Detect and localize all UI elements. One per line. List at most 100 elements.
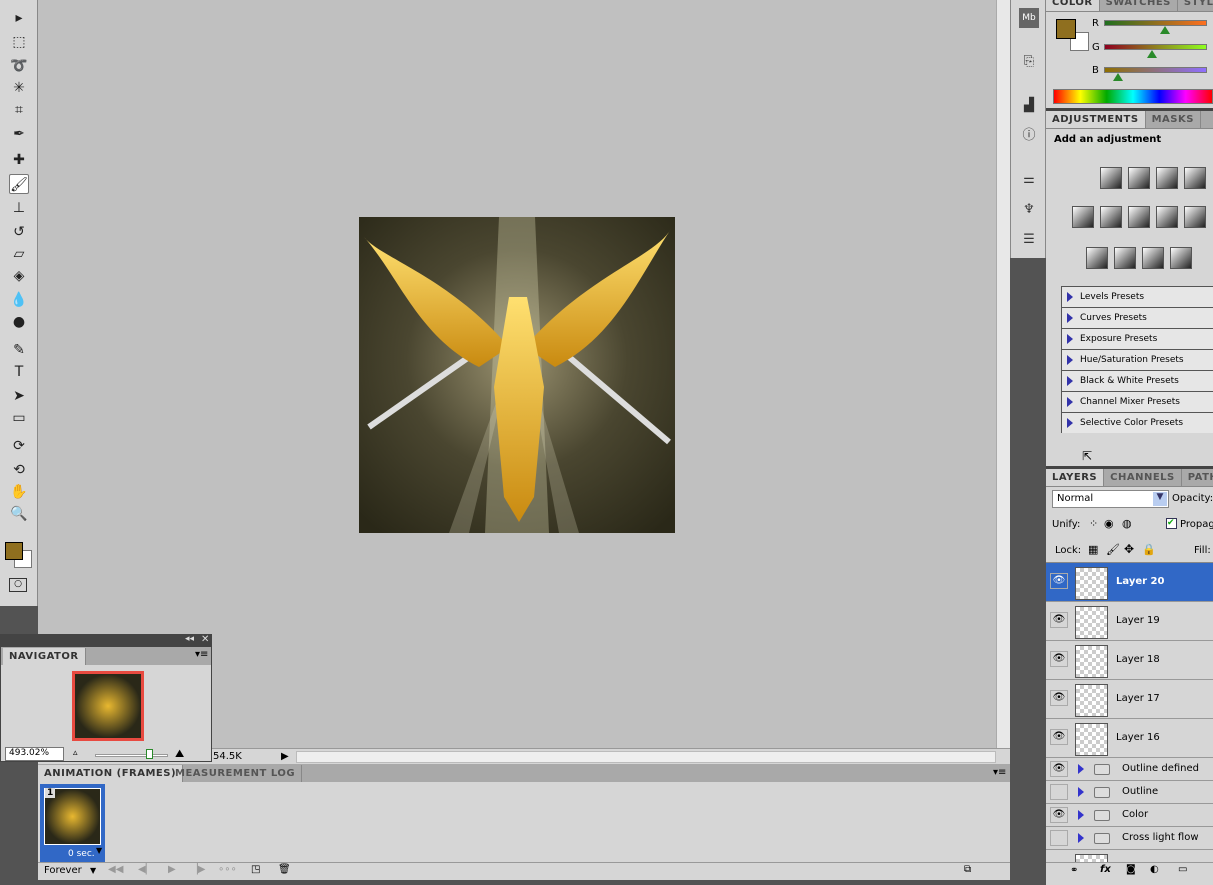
clone-source-icon[interactable]: ♆ — [1019, 200, 1039, 220]
preset-item[interactable]: Black & White Presets — [1061, 370, 1213, 391]
rectangle-icon[interactable]: ▭ — [9, 408, 29, 428]
gradient-map-icon[interactable] — [1170, 247, 1192, 269]
status-menu-arrow-icon[interactable]: ▶ — [281, 751, 289, 762]
layer-row[interactable]: 👁 Layer 20 — [1046, 563, 1213, 602]
link-layers-icon[interactable]: ⚭ — [1070, 865, 1078, 876]
crop-icon[interactable]: ⌗ — [9, 100, 29, 120]
loop-select[interactable]: Forever — [44, 865, 82, 876]
lock-all-icon[interactable]: 🔒 — [1142, 543, 1156, 556]
panel-menu-icon[interactable]: ▾≡ — [993, 767, 1006, 778]
move-icon[interactable]: ▸ — [9, 8, 29, 28]
tab-swatches[interactable]: SWATCHES — [1100, 0, 1178, 11]
zoom-slider[interactable] — [95, 749, 168, 759]
layer-group-row[interactable]: 👁 Color — [1046, 804, 1213, 827]
marquee-icon[interactable]: ⬚ — [9, 32, 29, 52]
r-slider-thumb[interactable] — [1160, 26, 1170, 34]
magic-wand-icon[interactable]: ✳ — [9, 78, 29, 98]
black-white-icon[interactable] — [1156, 206, 1178, 228]
expand-triangle-icon[interactable] — [1078, 810, 1084, 820]
color-spectrum-ramp[interactable] — [1053, 89, 1213, 104]
eye-icon[interactable]: 👁 — [1050, 690, 1068, 706]
new-group-icon[interactable]: ▭ — [1178, 864, 1187, 875]
tab-color[interactable]: COLOR — [1046, 0, 1100, 11]
animation-frame[interactable]: 1 0 sec. ▼ — [40, 784, 105, 862]
eye-icon[interactable]: 👁 — [1050, 807, 1068, 823]
panel-menu-icon[interactable]: ▾≡ — [195, 649, 208, 660]
adjustment-layer-icon[interactable]: ◐ — [1150, 864, 1159, 875]
brush-presets-icon[interactable]: ⚌ — [1019, 170, 1039, 190]
brush-icon[interactable]: 🖌 — [9, 174, 29, 194]
next-frame-icon[interactable]: ▕▶ — [190, 864, 205, 875]
tab-paths[interactable]: PATHS — [1182, 469, 1213, 486]
expand-triangle-icon[interactable] — [1078, 787, 1084, 797]
zoom-slider-thumb[interactable] — [145, 749, 153, 759]
tween-icon[interactable]: ∘∘∘ — [218, 864, 237, 875]
layer-style-icon[interactable]: fx — [1100, 864, 1111, 875]
visibility-toggle[interactable] — [1050, 830, 1068, 846]
layer-row[interactable]: 👁 Layer 16 — [1046, 719, 1213, 758]
exposure-icon[interactable] — [1184, 167, 1206, 189]
layer-row[interactable]: 👁 Layer 19 — [1046, 602, 1213, 641]
expand-triangle-icon[interactable] — [1078, 764, 1084, 774]
g-slider-thumb[interactable] — [1147, 50, 1157, 58]
mini-bridge-icon[interactable]: Mb — [1019, 8, 1039, 28]
b-slider[interactable] — [1104, 67, 1207, 81]
preset-item[interactable]: Curves Presets — [1061, 307, 1213, 328]
layer-group-row[interactable]: Outline — [1046, 781, 1213, 804]
type-icon[interactable]: T — [9, 362, 29, 382]
paint-bucket-icon[interactable]: ◈ — [9, 266, 29, 286]
unify-visibility-icon[interactable]: ◉ — [1104, 517, 1114, 530]
clone-stamp-icon[interactable]: ⊥ — [9, 198, 29, 218]
blend-mode-select[interactable]: Normal ▼ — [1052, 490, 1169, 508]
unify-position-icon[interactable]: ⁘ — [1089, 517, 1098, 530]
duplicate-frame-icon[interactable]: ◳ — [251, 864, 260, 875]
photo-filter-icon[interactable] — [1184, 206, 1206, 228]
preset-item[interactable]: Hue/Saturation Presets — [1061, 349, 1213, 370]
layer-row[interactable]: 👁 Layer 18 — [1046, 641, 1213, 680]
delay-dropdown-icon[interactable]: ▼ — [96, 846, 102, 855]
history-icon[interactable]: ⎘ — [1019, 52, 1039, 72]
eraser-icon[interactable]: ▱ — [9, 244, 29, 264]
eyedropper-icon[interactable]: ✒ — [9, 124, 29, 144]
eye-icon[interactable]: 👁 — [1050, 651, 1068, 667]
levels-icon[interactable] — [1128, 167, 1150, 189]
blur-icon[interactable]: 💧 — [9, 290, 29, 310]
eye-icon[interactable]: 👁 — [1050, 612, 1068, 628]
curves-icon[interactable] — [1156, 167, 1178, 189]
posterize-icon[interactable] — [1114, 247, 1136, 269]
convert-timeline-icon[interactable]: ⧉ — [964, 864, 971, 875]
lock-transparency-icon[interactable]: ▦ — [1088, 543, 1098, 556]
zoom-out-icon[interactable]: ▵ — [73, 748, 78, 758]
r-slider[interactable] — [1104, 20, 1207, 34]
previous-frame-icon[interactable]: ◀▏ — [138, 864, 153, 875]
zoom-in-icon[interactable]: ⛰ — [175, 747, 184, 761]
healing-brush-icon[interactable]: ✚ — [9, 150, 29, 170]
3d-rotate-icon[interactable]: ⟳ — [9, 436, 29, 456]
play-icon[interactable]: ▶ — [168, 864, 176, 875]
threshold-icon[interactable] — [1142, 247, 1164, 269]
foreground-color-swatch[interactable] — [1056, 19, 1076, 39]
tab-navigator[interactable]: NAVIGATOR — [3, 648, 86, 665]
preset-item[interactable]: Selective Color Presets — [1061, 412, 1213, 433]
eye-icon[interactable]: 👁 — [1050, 573, 1068, 589]
g-slider[interactable] — [1104, 44, 1207, 58]
b-slider-thumb[interactable] — [1113, 73, 1123, 81]
color-balance-icon[interactable] — [1128, 206, 1150, 228]
vibrance-icon[interactable] — [1072, 206, 1094, 228]
brightness-contrast-icon[interactable] — [1100, 167, 1122, 189]
tab-styles[interactable]: STYLES — [1178, 0, 1213, 11]
invert-icon[interactable] — [1086, 247, 1108, 269]
layer-group-row[interactable]: 👁 Outline defined — [1046, 758, 1213, 781]
eye-icon[interactable]: 👁 — [1050, 729, 1068, 745]
hand-icon[interactable]: ✋ — [9, 482, 29, 502]
layer-group-row[interactable]: Cross light flow — [1046, 827, 1213, 850]
vertical-scrollbar[interactable] — [996, 0, 1010, 748]
chevron-down-icon[interactable]: ▼ — [90, 866, 96, 875]
unify-style-icon[interactable]: ◍ — [1122, 517, 1132, 530]
tab-layers[interactable]: LAYERS — [1046, 469, 1105, 486]
preset-item[interactable]: Levels Presets — [1061, 286, 1213, 307]
pen-icon[interactable]: ✎ — [9, 340, 29, 360]
propagate-checkbox[interactable]: ✔ — [1166, 518, 1177, 529]
tab-adjustments[interactable]: ADJUSTMENTS — [1046, 111, 1146, 128]
lasso-icon[interactable]: ➰ — [9, 56, 29, 76]
